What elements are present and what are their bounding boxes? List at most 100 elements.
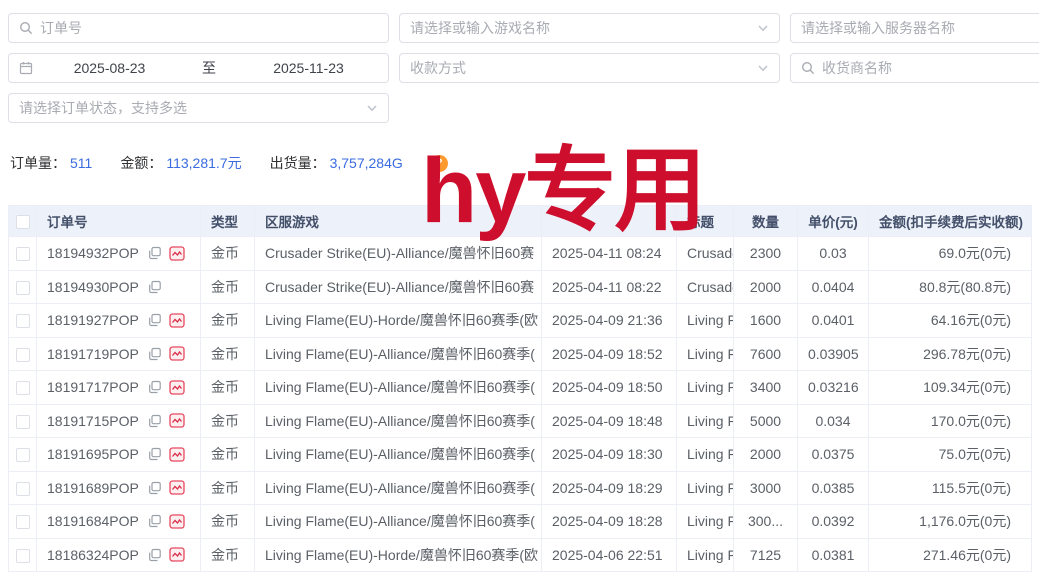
order-title: Living Fl bbox=[677, 438, 734, 472]
table-row[interactable]: 18191717POP 金币 Living Flame(EU)-Alliance… bbox=[9, 371, 1032, 405]
quantity-value: 2000 bbox=[734, 438, 798, 472]
table-row[interactable]: 18191684POP 金币 Living Flame(EU)-Alliance… bbox=[9, 505, 1032, 539]
game-server-name: Living Flame(EU)-Alliance/魔兽怀旧60赛季( bbox=[255, 438, 542, 472]
volume-value: 3,757,284G bbox=[330, 155, 403, 171]
date-range-picker[interactable]: 2025-08-23 至 2025-11-23 bbox=[8, 53, 389, 83]
game-server-name: Living Flame(EU)-Horde/魔兽怀旧60赛季(欧 bbox=[255, 538, 542, 572]
copy-icon[interactable] bbox=[148, 514, 162, 528]
screenshot-image-icon[interactable] bbox=[169, 480, 185, 495]
receiver-name-input[interactable]: 收货商名称 bbox=[790, 53, 1039, 83]
table-row[interactable]: 18191719POP 金币 Living Flame(EU)-Alliance… bbox=[9, 337, 1032, 371]
copy-icon[interactable] bbox=[148, 280, 162, 294]
unit-price-value: 0.0385 bbox=[798, 471, 869, 505]
screenshot-image-icon[interactable] bbox=[169, 380, 185, 395]
quantity-value: 3000 bbox=[734, 471, 798, 505]
copy-icon[interactable] bbox=[148, 481, 162, 495]
row-checkbox[interactable] bbox=[16, 448, 30, 462]
row-checkbox[interactable] bbox=[16, 247, 30, 261]
row-checkbox[interactable] bbox=[16, 348, 30, 362]
order-title: Living Fl bbox=[677, 505, 734, 539]
copy-icon[interactable] bbox=[148, 548, 162, 562]
order-title: Living Fl bbox=[677, 371, 734, 405]
game-server-name: Living Flame(EU)-Alliance/魔兽怀旧60赛季( bbox=[255, 337, 542, 371]
order-time: 2025-04-09 18:48 bbox=[542, 404, 677, 438]
order-number: 18191927POP bbox=[47, 312, 139, 328]
unit-price-value: 0.034 bbox=[798, 404, 869, 438]
server-name-select[interactable]: 请选择或输入服务器名称 bbox=[790, 13, 1039, 43]
copy-icon[interactable] bbox=[148, 380, 162, 394]
server-name-placeholder: 请选择或输入服务器名称 bbox=[801, 18, 1039, 38]
order-number: 18186324POP bbox=[47, 547, 139, 563]
row-checkbox[interactable] bbox=[16, 549, 30, 563]
copy-icon[interactable] bbox=[148, 447, 162, 461]
chevron-down-icon bbox=[757, 62, 769, 74]
order-number-placeholder: 订单号 bbox=[40, 18, 378, 38]
order-title: Living Fl bbox=[677, 304, 734, 338]
game-server-name: Living Flame(EU)-Alliance/魔兽怀旧60赛季( bbox=[255, 505, 542, 539]
payment-method-select[interactable]: 收款方式 bbox=[399, 53, 780, 83]
help-icon[interactable]: ? bbox=[431, 155, 448, 172]
row-checkbox[interactable] bbox=[16, 314, 30, 328]
copy-icon[interactable] bbox=[148, 347, 162, 361]
order-time: 2025-04-09 18:29 bbox=[542, 471, 677, 505]
unit-price-value: 0.03905 bbox=[798, 337, 869, 371]
payment-method-placeholder: 收款方式 bbox=[410, 58, 750, 78]
order-type: 金币 bbox=[201, 304, 255, 338]
table-row[interactable]: 18191695POP 金币 Living Flame(EU)-Alliance… bbox=[9, 438, 1032, 472]
screenshot-image-icon[interactable] bbox=[169, 547, 185, 562]
select-all-checkbox[interactable] bbox=[16, 215, 30, 229]
row-checkbox[interactable] bbox=[16, 415, 30, 429]
table-row[interactable]: 18194932POP 金币 Crusader Strike(EU)-Allia… bbox=[9, 237, 1032, 271]
orders-table: 订单号 类型 区服游戏 标题 数量 单价(元) 金额(扣手续费后实收额) 181… bbox=[8, 205, 1031, 572]
screenshot-image-icon[interactable] bbox=[169, 346, 185, 361]
copy-icon[interactable] bbox=[148, 246, 162, 260]
game-server-name: Crusader Strike(EU)-Alliance/魔兽怀旧60赛 bbox=[255, 237, 542, 271]
order-type: 金币 bbox=[201, 438, 255, 472]
unit-price-value: 0.0401 bbox=[798, 304, 869, 338]
date-start-value[interactable]: 2025-08-23 bbox=[40, 60, 179, 76]
screenshot-image-icon[interactable] bbox=[169, 246, 185, 261]
order-type: 金币 bbox=[201, 337, 255, 371]
copy-icon[interactable] bbox=[148, 313, 162, 327]
unit-price-value: 0.0375 bbox=[798, 438, 869, 472]
column-header-game: 区服游戏 bbox=[255, 206, 542, 237]
game-server-name: Living Flame(EU)-Alliance/魔兽怀旧60赛季( bbox=[255, 471, 542, 505]
quantity-value: 7600 bbox=[734, 337, 798, 371]
row-checkbox[interactable] bbox=[16, 281, 30, 295]
table-row[interactable]: 18191715POP 金币 Living Flame(EU)-Alliance… bbox=[9, 404, 1032, 438]
quantity-value: 2000 bbox=[734, 270, 798, 304]
unit-price-value: 0.0392 bbox=[798, 505, 869, 539]
table-row[interactable]: 18194930POP 金币 Crusader Strike(EU)-Allia… bbox=[9, 270, 1032, 304]
amount-value: 69.0元(0元) bbox=[869, 237, 1032, 271]
order-title: Living Fl bbox=[677, 404, 734, 438]
table-row[interactable]: 18191689POP 金币 Living Flame(EU)-Alliance… bbox=[9, 471, 1032, 505]
row-checkbox[interactable] bbox=[16, 482, 30, 496]
order-status-select[interactable]: 请选择订单状态，支持多选 bbox=[8, 93, 389, 123]
game-server-name: Living Flame(EU)-Alliance/魔兽怀旧60赛季( bbox=[255, 404, 542, 438]
screenshot-image-icon[interactable] bbox=[169, 514, 185, 529]
amount-label: 金额： bbox=[120, 153, 162, 173]
screenshot-image-icon[interactable] bbox=[169, 447, 185, 462]
row-checkbox[interactable] bbox=[16, 515, 30, 529]
table-row[interactable]: 18191927POP 金币 Living Flame(EU)-Horde/魔兽… bbox=[9, 304, 1032, 338]
date-end-value[interactable]: 2025-11-23 bbox=[239, 60, 378, 76]
quantity-value: 3400 bbox=[734, 371, 798, 405]
table-row[interactable]: 18186324POP 金币 Living Flame(EU)-Horde/魔兽… bbox=[9, 538, 1032, 572]
order-title: Living Fl bbox=[677, 538, 734, 572]
screenshot-image-icon[interactable] bbox=[169, 413, 185, 428]
game-name-select[interactable]: 请选择或输入游戏名称 bbox=[399, 13, 780, 43]
unit-price-value: 0.03 bbox=[798, 237, 869, 271]
quantity-value: 5000 bbox=[734, 404, 798, 438]
order-number-input[interactable]: 订单号 bbox=[8, 13, 389, 43]
order-number: 18191689POP bbox=[47, 480, 139, 496]
order-number: 18191719POP bbox=[47, 346, 139, 362]
screenshot-image-icon[interactable] bbox=[169, 313, 185, 328]
order-status-placeholder: 请选择订单状态，支持多选 bbox=[19, 98, 359, 118]
column-header-quantity: 数量 bbox=[734, 206, 798, 237]
order-number: 18194932POP bbox=[47, 245, 139, 261]
row-checkbox[interactable] bbox=[16, 381, 30, 395]
copy-icon[interactable] bbox=[148, 414, 162, 428]
quantity-value: 7125 bbox=[734, 538, 798, 572]
order-time: 2025-04-11 08:22 bbox=[542, 270, 677, 304]
order-time: 2025-04-09 18:52 bbox=[542, 337, 677, 371]
